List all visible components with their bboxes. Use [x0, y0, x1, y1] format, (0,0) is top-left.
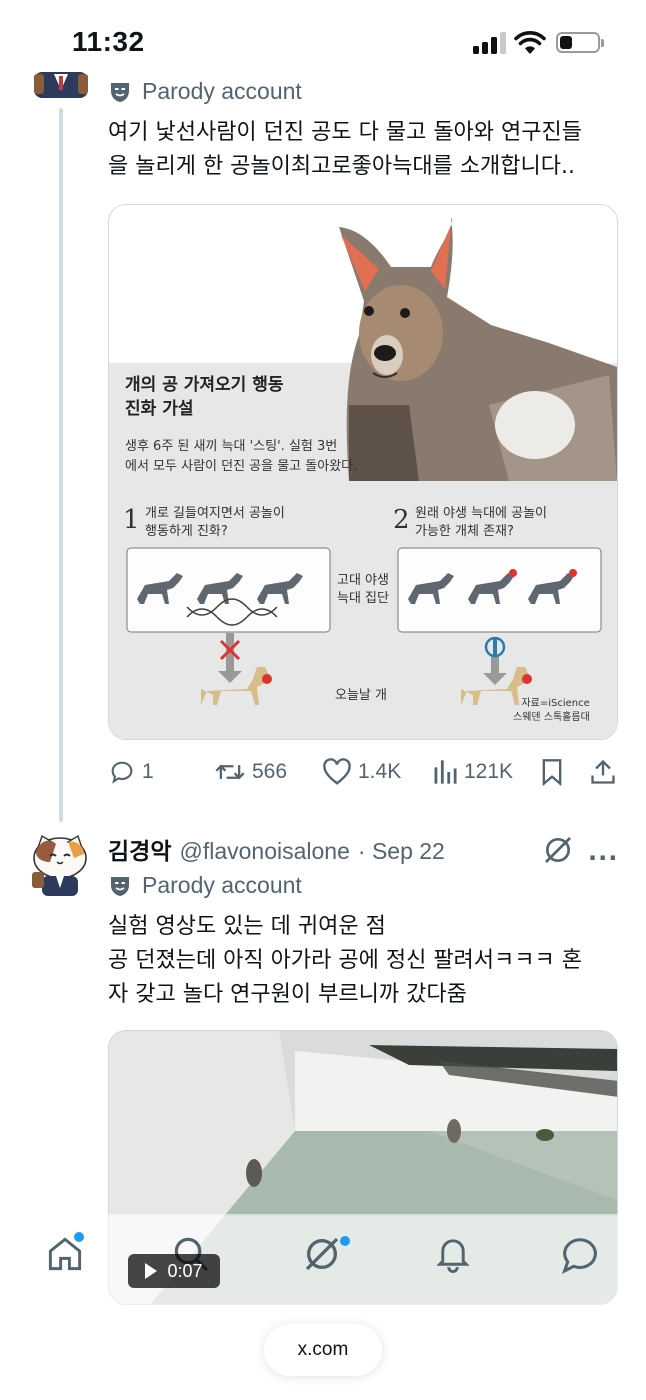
- tweet-image[interactable]: 개의 공 가져오기 행동 진화 가설 생후 6주 된 새끼 늑대 '스팅'. 실…: [108, 204, 618, 740]
- like-count: 1.4K: [358, 760, 402, 783]
- messages-icon[interactable]: [560, 1234, 600, 1274]
- ancient-wolf-label: 고대 야생 늑대 집단: [337, 572, 389, 608]
- modern-dog-label: 오늘날 개: [335, 688, 387, 703]
- repost-icon: [215, 764, 245, 780]
- video-duration-badge[interactable]: 0:07: [128, 1254, 220, 1288]
- hypothesis-2-number: 2: [393, 505, 410, 535]
- parody-account-label: Parody account: [108, 78, 302, 105]
- wifi-icon: [514, 31, 546, 54]
- browser-url-bar[interactable]: x.com: [264, 1324, 382, 1376]
- tweet-text: 실험 영상도 있는 데 귀여운 점 공 던졌는데 아직 아가라 공에 정신 팔려…: [108, 910, 582, 1012]
- cellular-signal-icon: [473, 32, 507, 54]
- infographic-subtitle: 생후 6주 된 새끼 늑대 '스팅'. 실험 3번 에서 모두 사람이 던진 공…: [125, 437, 357, 477]
- infographic-source: 자료=iScience 스웨덴 스톡홀름대: [513, 697, 590, 725]
- tweet-text-line: 여기 낯선사람이 던진 공도 다 물고 돌아와 연구진들: [108, 120, 582, 145]
- grok-icon[interactable]: [302, 1234, 342, 1274]
- infographic-title-line: 진화 가설: [125, 399, 194, 419]
- display-name[interactable]: 김경악: [108, 832, 171, 866]
- grok-unread-dot: [340, 1236, 350, 1246]
- tweet-text-line: 을 놀리게 한 공놀이최고로좋아늑대를 소개합니다..: [108, 154, 576, 179]
- avatar[interactable]: [28, 832, 92, 896]
- reply-count: 1: [142, 760, 154, 783]
- notifications-icon[interactable]: [434, 1234, 472, 1274]
- parody-account-text: Parody account: [142, 872, 302, 898]
- parody-account-text: Parody account: [142, 78, 302, 104]
- hypothesis-2-line: 가능한 개체 존재?: [415, 524, 514, 539]
- more-options-button[interactable]: ···: [588, 844, 618, 872]
- infographic-title: 개의 공 가져오기 행동 진화 가설: [125, 373, 284, 421]
- parody-account-label: Parody account: [108, 872, 302, 899]
- share-button[interactable]: [590, 758, 616, 786]
- ancient-wolf-label-line: 고대 야생: [337, 573, 389, 588]
- share-icon: [591, 759, 615, 784]
- like-button[interactable]: 1.4K: [322, 758, 401, 786]
- author-row: 김경악 @flavonoisalone · Sep 22: [108, 832, 445, 866]
- parody-mask-icon: [111, 82, 129, 102]
- parody-mask-icon: [111, 876, 129, 896]
- browser-url: x.com: [297, 1339, 349, 1360]
- repost-count: 566: [252, 760, 288, 783]
- bookmark-button[interactable]: [540, 758, 564, 786]
- user-handle[interactable]: @flavonoisalone: [179, 838, 349, 865]
- tweet-text-line: 자 갖고 놀다 연구원이 부르니까 갔다줌: [108, 982, 467, 1007]
- repost-button[interactable]: 566: [214, 758, 287, 786]
- infographic-source-line: 자료=iScience: [521, 698, 590, 709]
- infographic-subtitle-line: 생후 6주 된 새끼 늑대 '스팅'. 실험 3번: [125, 439, 338, 454]
- bookmark-icon: [542, 759, 562, 786]
- tweet-date[interactable]: · Sep 22: [358, 838, 445, 865]
- bottom-nav: [0, 1214, 646, 1306]
- status-time: 11:32: [72, 26, 145, 57]
- views-button[interactable]: 121K: [432, 758, 513, 786]
- battery-icon: [556, 32, 604, 53]
- reply-icon: [111, 761, 133, 784]
- views-count: 121K: [464, 760, 514, 783]
- video-duration: 0:07: [167, 1260, 203, 1281]
- hypothesis-1-number: 1: [123, 505, 140, 535]
- hypothesis-2-text: 원래 야생 늑대에 공놀이 가능한 개체 존재?: [415, 505, 547, 541]
- tweet-text-line: 실험 영상도 있는 데 귀여운 점: [108, 914, 386, 939]
- ancient-wolf-label-line: 늑대 집단: [337, 591, 389, 606]
- tweet-text-line: 공 던졌는데 아직 아가라 공에 정신 팔려서ㅋㅋㅋ 혼: [108, 948, 582, 973]
- grok-icon[interactable]: [542, 834, 574, 866]
- heart-icon: [323, 758, 351, 785]
- hypothesis-1-line: 개로 길들여지면서 공놀이: [145, 506, 285, 521]
- tweet-actions: 1 566 1.4K 121K: [108, 758, 618, 798]
- reply-button[interactable]: 1: [108, 758, 154, 786]
- hypothesis-1-line: 행동하게 진화?: [145, 524, 228, 539]
- avatar[interactable]: [32, 60, 90, 104]
- views-icon: [434, 760, 457, 784]
- infographic-subtitle-line: 에서 모두 사람이 던진 공을 물고 돌아왔다.: [125, 459, 358, 474]
- status-bar: 11:32: [0, 0, 646, 80]
- play-icon: [145, 1263, 158, 1279]
- infographic-title-line: 개의 공 가져오기 행동: [125, 375, 284, 395]
- thread-connector-line: [59, 108, 63, 822]
- infographic-source-line: 스웨덴 스톡홀름대: [513, 712, 590, 723]
- hypothesis-1-text: 개로 길들여지면서 공놀이 행동하게 진화?: [145, 505, 285, 541]
- tweet-text: 여기 낯선사람이 던진 공도 다 물고 돌아와 연구진들 을 놀리게 한 공놀이…: [108, 116, 582, 184]
- hypothesis-2-line: 원래 야생 늑대에 공놀이: [415, 506, 547, 521]
- home-unread-dot: [74, 1232, 84, 1242]
